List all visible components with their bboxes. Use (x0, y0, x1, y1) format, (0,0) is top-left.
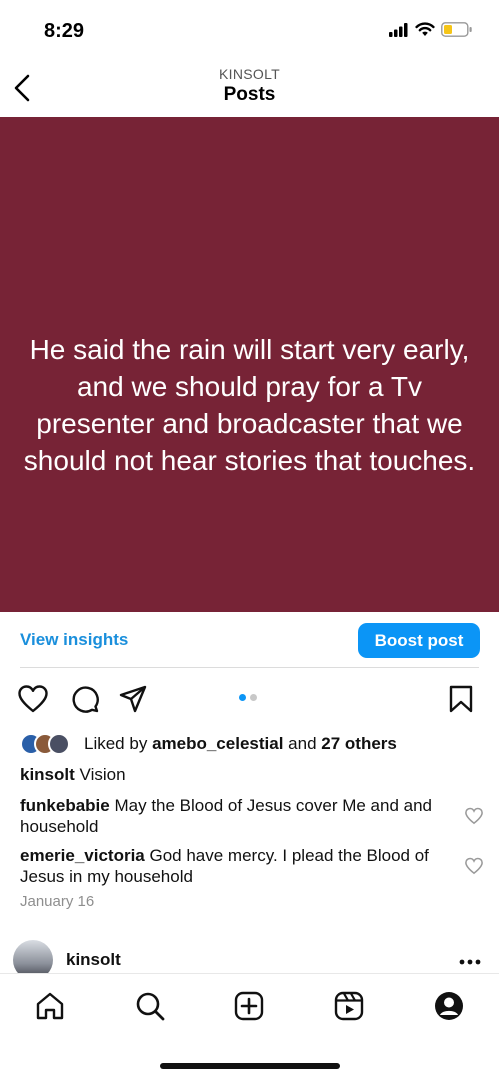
heart-icon (18, 685, 48, 713)
status-bar: 8:29 (0, 0, 499, 60)
post-caption: kinsolt Vision (20, 765, 126, 785)
tab-reels[interactable] (333, 990, 365, 1022)
bookmark-icon (449, 685, 473, 713)
share-button[interactable] (116, 682, 150, 716)
tab-home[interactable] (34, 990, 66, 1022)
more-dots-icon (459, 959, 481, 965)
tab-search[interactable] (134, 990, 166, 1022)
battery-icon (441, 22, 472, 37)
boost-post-button[interactable]: Boost post (358, 623, 480, 658)
avatar[interactable] (13, 940, 53, 976)
carousel-indicator (239, 694, 257, 701)
next-post-header: kinsolt (0, 940, 499, 976)
create-icon (234, 991, 264, 1021)
likes-row[interactable]: Liked by amebo_celestial and 27 others (20, 732, 397, 756)
comment-like-heart-icon[interactable] (465, 857, 483, 875)
status-icons (389, 22, 473, 37)
likes-prefix: Liked by (84, 734, 148, 753)
send-icon (119, 685, 147, 713)
comment-button[interactable] (68, 682, 102, 716)
comment-like-heart-icon[interactable] (465, 807, 483, 825)
comment-username[interactable]: funkebabie (20, 796, 110, 815)
post-date: January 16 (20, 893, 95, 910)
post-actions (0, 682, 499, 716)
carousel-dot (250, 694, 257, 701)
liker-username[interactable]: amebo_celestial (152, 734, 283, 753)
post-text: He said the rain will start very early, … (23, 333, 476, 476)
divider (20, 667, 479, 668)
comment-item: funkebabie May the Blood of Jesus cover … (20, 795, 450, 837)
view-insights-link[interactable]: View insights (20, 630, 128, 650)
save-button[interactable] (444, 682, 478, 716)
avatar (48, 733, 70, 755)
likes-others-count[interactable]: 27 others (321, 734, 397, 753)
cellular-signal-icon (389, 22, 408, 37)
more-options-button[interactable] (459, 952, 481, 970)
home-icon (36, 992, 64, 1020)
profile-icon (435, 992, 463, 1020)
wifi-icon (415, 22, 435, 36)
reels-icon (334, 991, 364, 1021)
likes-summary: Liked by amebo_celestial and 27 others (84, 734, 397, 754)
caption-text: Vision (79, 765, 126, 784)
caption-username[interactable]: kinsolt (20, 765, 75, 784)
liker-avatars (20, 733, 80, 755)
comment-bubble-icon (72, 686, 99, 713)
account-username-label: KINSOLT (219, 66, 280, 82)
tab-profile[interactable] (433, 990, 465, 1022)
page-title: Posts (223, 84, 276, 105)
insights-row: View insights Boost post (0, 620, 499, 668)
search-icon (136, 992, 165, 1021)
comment-item: emerie_victoria God have mercy. I plead … (20, 845, 450, 887)
nav-header: KINSOLT Posts (0, 60, 499, 117)
home-indicator[interactable] (160, 1063, 340, 1069)
post-media[interactable]: He said the rain will start very early, … (0, 117, 499, 612)
bottom-tab-bar (0, 973, 499, 1037)
next-post-username[interactable]: kinsolt (66, 950, 121, 970)
status-time: 8:29 (44, 20, 85, 42)
comment-username[interactable]: emerie_victoria (20, 846, 145, 865)
like-button[interactable] (16, 682, 50, 716)
carousel-dot-active (239, 694, 246, 701)
tab-create[interactable] (233, 990, 265, 1022)
likes-connector: and (288, 734, 317, 753)
